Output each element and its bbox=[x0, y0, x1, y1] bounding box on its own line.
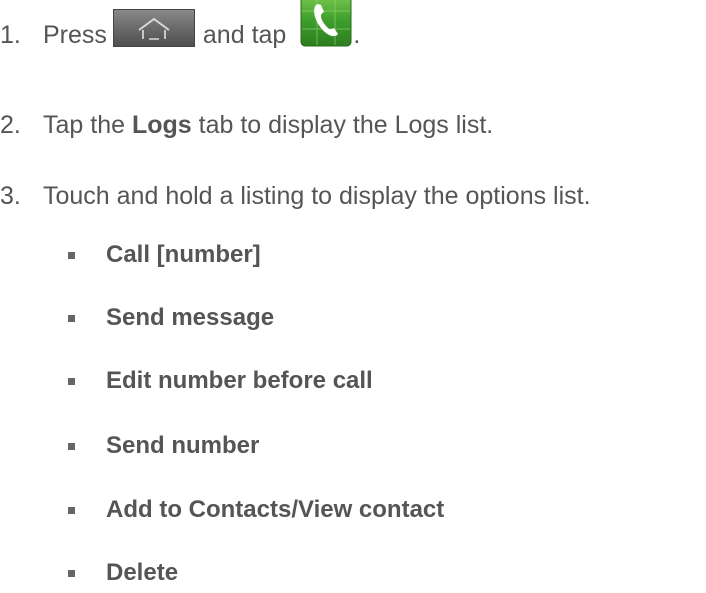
step-text: tab to display the Logs list. bbox=[198, 111, 494, 139]
list-item: Call [number] bbox=[0, 240, 261, 270]
list-item: Add to Contacts/View contact bbox=[0, 495, 444, 525]
option-label: Delete bbox=[106, 559, 179, 586]
option-label: Send message bbox=[106, 304, 275, 331]
option-label: Add to Contacts/View contact bbox=[106, 496, 445, 523]
step-1: 1. Press and tap . bbox=[0, 0, 360, 70]
bullet-icon bbox=[68, 314, 75, 322]
step-text: Tap the bbox=[43, 111, 126, 139]
step-text: . bbox=[353, 21, 361, 49]
step-text: and tap bbox=[202, 21, 287, 49]
bullet-icon bbox=[68, 442, 75, 450]
bullet-icon bbox=[68, 377, 75, 385]
phone-app-icon bbox=[292, 0, 353, 66]
list-item: Delete bbox=[0, 558, 178, 588]
option-label: Call [number] bbox=[106, 241, 261, 268]
step-number: 2. bbox=[0, 111, 21, 139]
bullet-icon bbox=[68, 251, 75, 259]
step-2: 2. Tap the Logs tab to display the Logs … bbox=[0, 110, 493, 140]
list-item: Send message bbox=[0, 303, 274, 333]
step-3: 3. Touch and hold a listing to display t… bbox=[0, 181, 591, 211]
list-item: Send number bbox=[0, 431, 259, 461]
option-label: Edit number before call bbox=[106, 367, 373, 394]
home-key-icon bbox=[112, 8, 195, 58]
step-number: 3. bbox=[0, 182, 21, 210]
step-text: Press bbox=[43, 21, 107, 49]
option-label: Send number bbox=[106, 432, 260, 459]
step-text: Touch and hold a listing to display the … bbox=[43, 182, 591, 210]
bullet-icon bbox=[68, 506, 75, 514]
list-item: Edit number before call bbox=[0, 366, 373, 396]
logs-tab-label: Logs bbox=[131, 111, 192, 139]
step-number: 1. bbox=[0, 21, 21, 49]
bullet-icon bbox=[68, 569, 75, 577]
